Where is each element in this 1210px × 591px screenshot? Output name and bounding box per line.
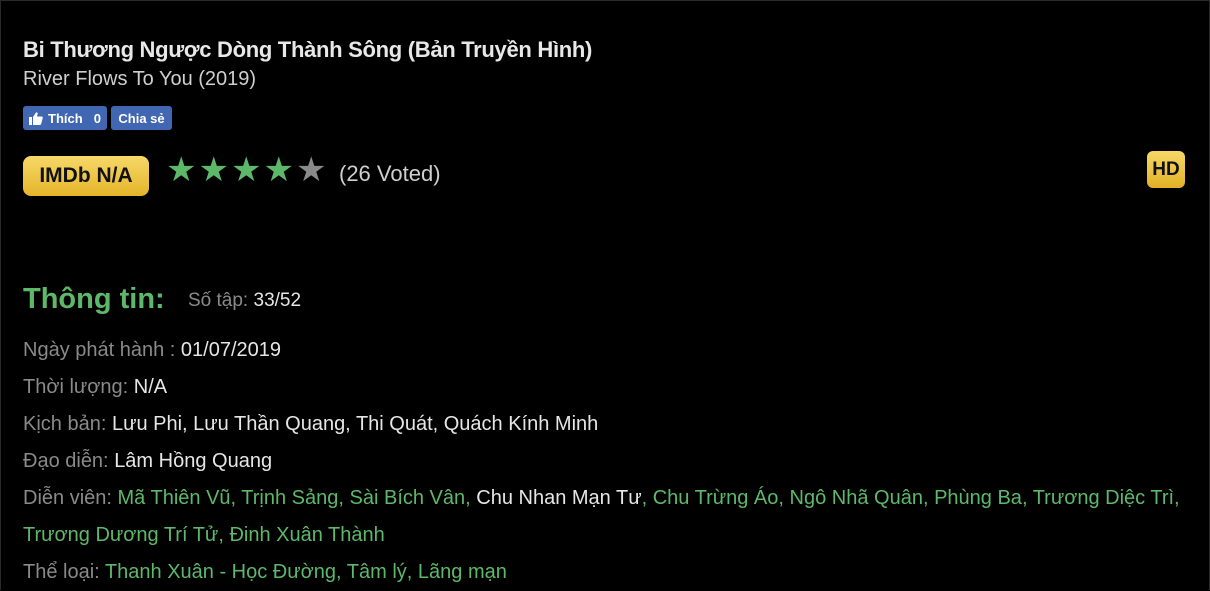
director-value: Lâm Hồng Quang <box>114 450 273 472</box>
star-icon[interactable]: ★ <box>263 151 293 189</box>
cast-link[interactable]: Trương Diệc Trì <box>1033 487 1174 509</box>
episodes-value: 33/52 <box>253 290 302 311</box>
movie-title: Bi Thương Ngược Dòng Thành Sông (Bản Tru… <box>23 37 593 62</box>
star-icon[interactable]: ★ <box>231 151 261 189</box>
genre-link[interactable]: Tâm lý <box>347 561 407 583</box>
star-icon[interactable]: ★ <box>296 151 326 189</box>
cast-link[interactable]: Phùng Ba <box>934 487 1022 509</box>
director-label: Đạo diễn: <box>23 450 109 472</box>
episode-count: Số tập: 33/52 <box>188 290 301 312</box>
genre-list: Thanh Xuân - Học Đường, Tâm lý, Lãng mạn <box>104 561 507 583</box>
duration-value: N/A <box>133 376 168 398</box>
episodes-label: Số tập: <box>188 290 249 311</box>
star-icon[interactable]: ★ <box>166 151 196 189</box>
movie-original-title: River Flows To You (2019) <box>23 68 257 90</box>
star-icon[interactable]: ★ <box>198 151 228 189</box>
duration-label: Thời lượng: <box>23 376 129 398</box>
genre-row: Thể loại: Thanh Xuân - Học Đường, Tâm lý… <box>23 554 1193 591</box>
genre-link[interactable]: Thanh Xuân - Học Đường <box>105 561 336 583</box>
duration-row: Thời lượng: N/A <box>23 369 1193 406</box>
genre-link[interactable]: Lãng mạn <box>418 561 507 583</box>
like-label: Thích <box>48 110 83 126</box>
cast-row: Diễn viên: Mã Thiên Vũ, Trịnh Sảng, Sài … <box>23 480 1193 554</box>
cast-link[interactable]: Chu Nhan Mạn Tư <box>476 487 641 509</box>
director-row: Đạo diễn: Lâm Hồng Quang <box>23 443 1193 480</box>
release-date-row: Ngày phát hành : 01/07/2019 <box>23 332 1193 369</box>
social-buttons: Thích 0 Chia sẻ <box>23 106 172 130</box>
imdb-rating-badge: IMDb N/A <box>23 156 149 196</box>
info-heading: Thông tin: <box>23 283 165 315</box>
writers-label: Kịch bản: <box>23 413 107 435</box>
release-value: 01/07/2019 <box>180 339 282 361</box>
genre-label: Thể loại: <box>23 561 100 583</box>
cast-label: Diễn viên: <box>23 487 112 509</box>
cast-link[interactable]: Đinh Xuân Thành <box>229 524 384 546</box>
facebook-like-button[interactable]: Thích 0 <box>23 106 107 130</box>
cast-link[interactable]: Trương Dương Trí Tử <box>23 524 218 546</box>
vote-count: (26 Voted) <box>339 161 441 186</box>
writers-value: Lưu Phi, Lưu Thần Quang, Thi Quát, Quách… <box>111 413 599 435</box>
cast-link[interactable]: Trịnh Sảng <box>241 487 338 509</box>
quality-badge: HD <box>1147 151 1185 188</box>
cast-link[interactable]: Mã Thiên Vũ <box>118 487 231 509</box>
release-label: Ngày phát hành : <box>23 339 176 361</box>
writers-row: Kịch bản: Lưu Phi, Lưu Thần Quang, Thi Q… <box>23 406 1193 443</box>
cast-link[interactable]: Ngô Nhã Quân <box>790 487 923 509</box>
facebook-share-button[interactable]: Chia sẻ <box>111 106 172 130</box>
like-count: 0 <box>93 110 101 126</box>
cast-link[interactable]: Chu Trừng Áo <box>653 487 779 509</box>
content-panel: Bi Thương Ngược Dòng Thành Sông (Bản Tru… <box>0 0 1210 590</box>
cast-link[interactable]: Sài Bích Vân <box>350 487 466 509</box>
thumbs-up-icon <box>29 111 43 125</box>
cast-list: Mã Thiên Vũ, Trịnh Sảng, Sài Bích Vân, C… <box>23 487 1180 546</box>
star-rating[interactable]: ★ ★ ★ ★ ★ <box>166 151 326 189</box>
